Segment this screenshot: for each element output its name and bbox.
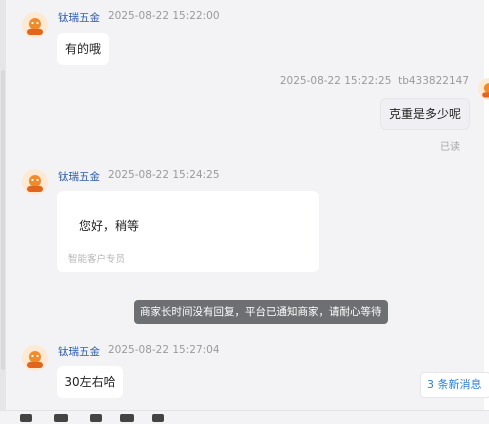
message-bubble: 您好，稍等 智能客户专员 [57, 191, 319, 272]
toolbar-icon[interactable] [20, 414, 32, 422]
message-time: 2025-08-22 15:24:25 [108, 169, 220, 181]
sender-name: tb433822147 [398, 75, 469, 87]
shop-avatar-icon[interactable] [22, 345, 48, 371]
toolbar-icon[interactable] [54, 414, 68, 422]
sender-name: 钛瑞五金 [58, 346, 100, 358]
user-avatar-icon[interactable] [478, 78, 489, 100]
message-bubble: 30左右哈 [57, 366, 123, 398]
message-time: 2025-08-22 15:22:25 [279, 75, 392, 87]
new-messages-button[interactable]: 3 条新消息 [420, 372, 489, 398]
message-text: 克重是多少呢 [388, 107, 461, 121]
read-status: 已读 [440, 142, 460, 153]
shop-avatar-icon[interactable] [22, 169, 48, 195]
toolbar-icon[interactable] [120, 414, 134, 422]
toolbar-icon[interactable] [90, 414, 102, 422]
message-caption: 智能客户专员 [68, 254, 126, 265]
message-meta: 2025-08-22 15:22:25 tb433822147 [280, 75, 469, 87]
right-edge [484, 0, 489, 423]
message-time: 2025-08-22 15:27:04 [108, 344, 220, 356]
message-text: 您好，稍等 [79, 219, 140, 233]
left-scrollbar[interactable] [0, 0, 6, 423]
toolbar-icon[interactable] [152, 414, 164, 422]
message-bubble: 有的哦 [57, 33, 109, 65]
scroll-thumb[interactable] [1, 70, 5, 370]
toolbar-partial [0, 410, 489, 424]
shop-avatar-icon[interactable] [22, 12, 48, 38]
message-time: 2025-08-22 15:22:00 [108, 10, 220, 22]
message-bubble-outgoing: 克重是多少呢 [380, 98, 470, 130]
system-notice: 商家长时间没有回复，平台已通知商家，请耐心等待 [134, 300, 388, 324]
sender-name: 钛瑞五金 [58, 171, 100, 183]
message-text: 有的哦 [64, 42, 101, 56]
sender-name: 钛瑞五金 [58, 12, 100, 24]
message-text: 30左右哈 [64, 375, 116, 389]
